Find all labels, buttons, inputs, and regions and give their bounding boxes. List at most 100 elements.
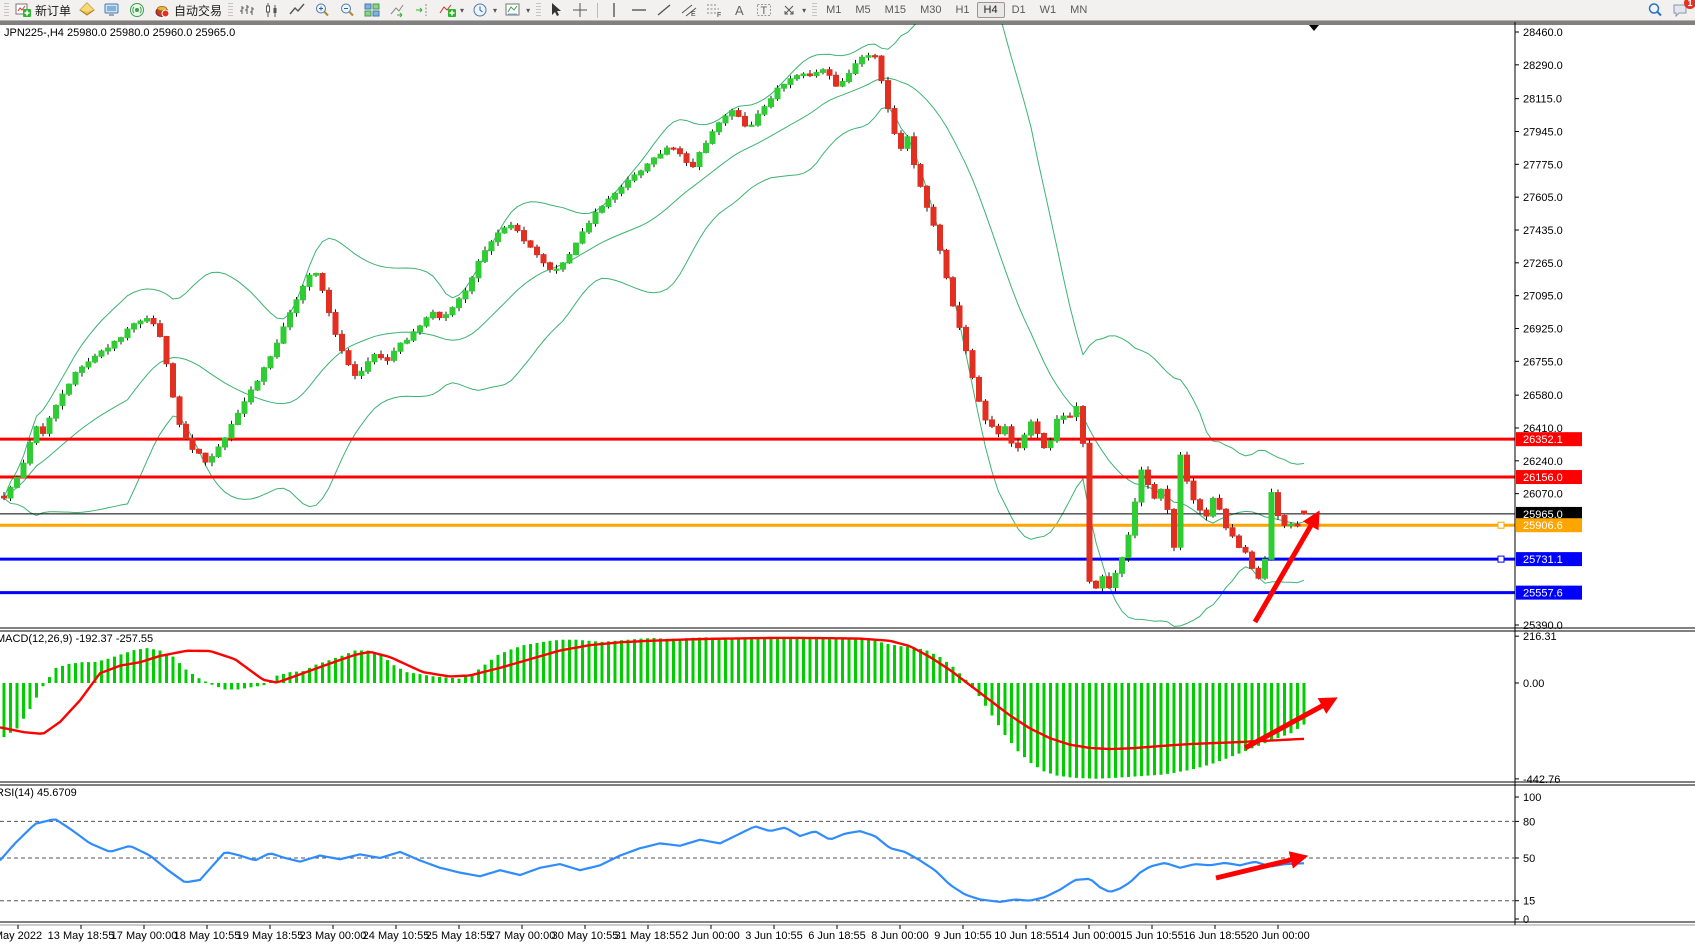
equidistant-channel-button[interactable]: E [677, 0, 702, 20]
candle-up [1211, 498, 1216, 516]
periods-button[interactable]: ▾ [468, 0, 501, 20]
level-price-label-text: 26352.1 [1523, 434, 1563, 446]
candle-up [132, 324, 137, 329]
tile-windows-button[interactable] [360, 0, 385, 20]
candlesticks [2, 53, 1307, 592]
time-tick-label: 20 Jun 00:00 [1246, 930, 1310, 942]
timeframe-button-h4[interactable]: H4 [977, 2, 1005, 18]
timeframe-button-m5[interactable]: M5 [848, 2, 877, 18]
candle-up [697, 153, 702, 167]
vertical-line-button[interactable] [602, 0, 627, 20]
terminal-button[interactable] [100, 0, 125, 20]
candle-down [990, 420, 995, 426]
candle-up [372, 355, 377, 362]
candle-up [762, 107, 767, 115]
chart-canvas[interactable]: 28460.028290.028115.027945.027775.027605… [0, 0, 1695, 945]
metaeditor-button[interactable] [75, 0, 100, 20]
candle-up [275, 343, 280, 357]
candle-up [67, 384, 72, 394]
zoom-in-button[interactable] [310, 0, 335, 20]
line-handle[interactable] [1498, 556, 1504, 562]
candle-down [931, 207, 936, 225]
candle-down [1042, 433, 1047, 447]
candle-up [1100, 577, 1105, 588]
templates-button[interactable]: ▾ [501, 0, 534, 20]
candle-down [912, 137, 917, 165]
candle-down [158, 324, 163, 337]
timeframe-button-m1[interactable]: M1 [819, 2, 848, 18]
main-toolbar: 新订单自动交易▾▾▾EFAT▾M1M5M15M30H1H4D1W1MN1 [0, 0, 1695, 21]
candle-down [1172, 509, 1177, 547]
autotrade-icon [154, 2, 171, 18]
timeframe-button-m30[interactable]: M30 [913, 2, 948, 18]
text-label-button[interactable]: T [752, 0, 777, 20]
timeframe-button-h1[interactable]: H1 [948, 2, 976, 18]
bar-chart-button[interactable] [235, 0, 260, 20]
arrows-tool-button[interactable]: ▾ [777, 0, 810, 20]
fibonacci-button[interactable]: F [702, 0, 727, 20]
candle-up [840, 81, 845, 86]
macd-axis-label: 0.00 [1523, 678, 1544, 690]
candlestick-chart-button[interactable] [260, 0, 285, 20]
candle-down [1185, 455, 1190, 481]
candle-up [717, 123, 722, 132]
price-tick-label: 28460.0 [1523, 27, 1563, 39]
new-order-button[interactable]: 新订单 [11, 0, 75, 20]
candle-up [1113, 573, 1118, 587]
candle-down [197, 449, 202, 453]
chevron-down-icon: ▾ [460, 6, 464, 15]
candle-down [1256, 568, 1261, 578]
candle-up [847, 74, 852, 82]
auto-scroll-button[interactable] [385, 0, 410, 20]
candle-down [1152, 484, 1157, 498]
text-button[interactable]: A [727, 0, 752, 20]
tile-windows-icon [364, 2, 381, 18]
candle-up [28, 443, 33, 464]
chat-button[interactable]: 1 [1668, 0, 1693, 20]
chevron-down-icon: ▾ [526, 6, 530, 15]
candle-up [1061, 416, 1066, 419]
candle-up [34, 427, 39, 443]
price-tick-label: 27945.0 [1523, 126, 1563, 138]
candle-down [678, 149, 683, 154]
line-handle[interactable] [1498, 522, 1504, 528]
horizontal-line-button[interactable] [627, 0, 652, 20]
candle-up [470, 278, 475, 291]
timeframe-button-w1[interactable]: W1 [1033, 2, 1064, 18]
candle-up [262, 368, 267, 381]
chart-shift-marker[interactable] [1309, 25, 1319, 31]
timeframe-button-d1[interactable]: D1 [1005, 2, 1033, 18]
indicators-button[interactable]: ▾ [435, 0, 468, 20]
candle-up [626, 180, 631, 187]
candle-up [99, 351, 104, 356]
zoom-out-button[interactable] [335, 0, 360, 20]
signals-button[interactable] [125, 0, 150, 20]
candle-up [314, 273, 319, 275]
chart-shift-button[interactable] [410, 0, 435, 20]
chart-ohlc-title: JPN225-,H4 25980.0 25980.0 25960.0 25965… [4, 27, 235, 39]
autotrade-label: 自动交易 [174, 2, 222, 19]
search-button[interactable] [1643, 0, 1668, 20]
candle-up [242, 402, 247, 414]
candle-up [814, 72, 819, 75]
candle-down [353, 365, 358, 376]
crosshair-button[interactable] [568, 0, 593, 20]
time-tick-label: 13 May 18:55 [48, 930, 115, 942]
candle-down [385, 358, 390, 361]
vertical-line-icon [606, 2, 623, 18]
candle-down [320, 273, 325, 290]
autotrade-button[interactable]: 自动交易 [150, 0, 226, 20]
candle-down [151, 319, 156, 324]
macd-axis-label: -442.76 [1523, 774, 1560, 786]
trendline-button[interactable] [652, 0, 677, 20]
timeframe-button-mn[interactable]: MN [1063, 2, 1094, 18]
candle-down [743, 116, 748, 126]
timeframe-button-m15[interactable]: M15 [878, 2, 913, 18]
candle-up [775, 88, 780, 99]
line-chart-button[interactable] [285, 0, 310, 20]
cursor-button[interactable] [543, 0, 568, 20]
level-price-label-text: 25557.6 [1523, 588, 1563, 600]
price-tick-label: 26580.0 [1523, 390, 1563, 402]
candle-up [223, 438, 228, 447]
trend-arrow-annotation-rsi[interactable] [1216, 857, 1303, 878]
